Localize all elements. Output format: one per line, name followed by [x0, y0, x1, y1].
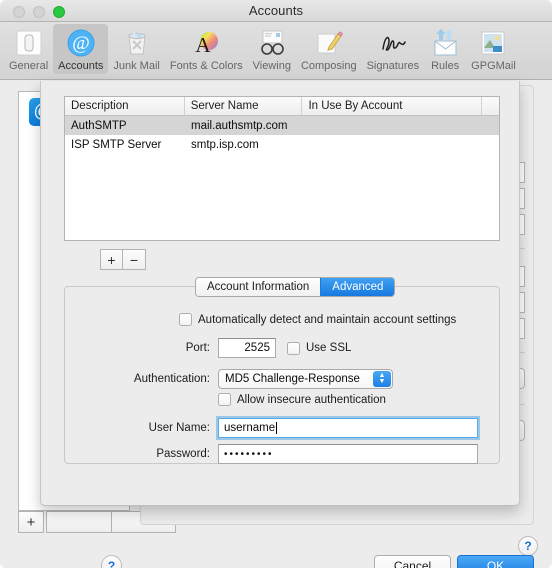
use-ssl-label: Use SSL: [306, 342, 352, 354]
allow-insecure-row: Allow insecure authentication: [65, 393, 501, 406]
toolbar-item-fonts-colors[interactable]: A Fonts & Colors: [165, 24, 248, 74]
toolbar-label: Accounts: [58, 60, 104, 72]
allow-insecure-checkbox[interactable]: [218, 393, 231, 406]
auto-detect-checkbox[interactable]: [179, 313, 192, 326]
use-ssl-checkbox[interactable]: [287, 341, 300, 355]
toolbar-item-signatures[interactable]: Signatures: [362, 24, 425, 74]
settings-tab-group: Account Information Advanced: [195, 277, 396, 297]
chevron-updown-icon: ▲ ▼: [373, 371, 391, 387]
toolbar-item-rules[interactable]: Rules: [424, 24, 466, 74]
auto-detect-label: Automatically detect and maintain accoun…: [198, 313, 457, 326]
password-row: Password: •••••••••: [65, 444, 501, 464]
remove-server-button[interactable]: −: [123, 249, 146, 270]
toolbar-item-general[interactable]: General: [4, 24, 53, 74]
username-value: username: [224, 422, 276, 434]
text-caret: [276, 422, 278, 434]
pencil-note-icon: [313, 27, 345, 59]
toolbar-item-composing[interactable]: Composing: [296, 24, 362, 74]
password-label: Password:: [156, 448, 210, 460]
window-titlebar: Accounts: [0, 0, 552, 22]
toolbar-item-gpgmail[interactable]: GPGMail: [466, 24, 521, 74]
cell-description: ISP SMTP Server: [71, 138, 162, 151]
toolbar-label: Rules: [431, 60, 460, 72]
toolbar-label: Signatures: [366, 60, 420, 72]
bg-tab-1[interactable]: [46, 511, 112, 533]
table-row[interactable]: ISP SMTP Server smtp.isp.com: [65, 135, 499, 154]
authentication-label: Authentication:: [133, 373, 210, 385]
password-value: •••••••••: [224, 448, 274, 460]
tab-advanced[interactable]: Advanced: [320, 278, 395, 296]
add-account-button[interactable]: +: [18, 511, 44, 533]
general-icon: [13, 27, 45, 59]
toolbar-item-viewing[interactable]: Viewing: [248, 24, 296, 74]
server-list-controls: + −: [100, 249, 146, 270]
preferences-toolbar: General @ Accounts Junk Mail A Fonts & C…: [0, 22, 552, 80]
trash-icon: [121, 27, 153, 59]
username-row: User Name: username: [65, 418, 501, 438]
table-header-row: Description Server Name In Use By Accoun…: [65, 97, 499, 116]
server-settings-tabbox: Account Information Advanced Automatical…: [64, 277, 501, 464]
username-label: User Name:: [148, 422, 210, 434]
authentication-value: MD5 Challenge-Response: [225, 373, 360, 385]
cell-server-name: mail.authsmtp.com: [191, 119, 288, 132]
port-row: Port: 2525 Use SSL: [65, 338, 501, 358]
toolbar-label: Viewing: [252, 60, 291, 72]
table-row[interactable]: AuthSMTP mail.authsmtp.com: [65, 116, 499, 135]
auto-detect-row: Automatically detect and maintain accoun…: [65, 313, 501, 326]
authentication-select[interactable]: MD5 Challenge-Response ▲ ▼: [218, 369, 393, 389]
gpgmail-icon: [477, 27, 509, 59]
add-server-button[interactable]: +: [100, 249, 123, 270]
smtp-server-table[interactable]: Description Server Name In Use By Accoun…: [64, 96, 500, 241]
signature-icon: [377, 27, 409, 59]
at-sign-icon: @: [65, 27, 97, 59]
cell-description: AuthSMTP: [71, 119, 127, 132]
help-button[interactable]: ?: [518, 536, 538, 556]
column-header-spacer[interactable]: [482, 97, 499, 115]
ok-button[interactable]: OK: [457, 555, 534, 568]
svg-text:@: @: [72, 33, 90, 54]
password-input[interactable]: •••••••••: [218, 444, 478, 464]
toolbar-label: Composing: [300, 60, 357, 72]
authentication-row: Authentication: MD5 Challenge-Response ▲…: [65, 369, 501, 389]
username-input[interactable]: username: [218, 418, 478, 438]
cancel-button[interactable]: Cancel: [374, 555, 451, 568]
font-color-icon: A: [190, 27, 222, 59]
toolbar-item-junk-mail[interactable]: Junk Mail: [108, 24, 164, 74]
svg-text:A: A: [196, 33, 212, 57]
column-header-description[interactable]: Description: [65, 97, 185, 115]
glasses-icon: [256, 27, 288, 59]
toolbar-label: Junk Mail: [113, 60, 160, 72]
cell-server-name: smtp.isp.com: [191, 138, 259, 151]
rules-mail-icon: [429, 27, 461, 59]
smtp-server-list-sheet: Description Server Name In Use By Accoun…: [40, 81, 534, 568]
column-header-server-name[interactable]: Server Name: [185, 97, 303, 115]
toolbar-label: GPGMail: [471, 60, 516, 72]
port-input[interactable]: 2525: [218, 338, 276, 358]
toolbar-label: General: [9, 60, 49, 72]
accounts-preferences-window: Accounts General @ Accounts Junk Mail A …: [0, 0, 552, 568]
tab-account-information[interactable]: Account Information: [196, 278, 321, 296]
toolbar-label: Fonts & Colors: [169, 60, 243, 72]
column-header-in-use[interactable]: In Use By Account: [302, 97, 483, 115]
toolbar-item-accounts[interactable]: @ Accounts: [53, 24, 109, 74]
allow-insecure-label: Allow insecure authentication: [237, 393, 386, 406]
window-title: Accounts: [248, 3, 304, 18]
port-label: Port:: [185, 342, 210, 354]
